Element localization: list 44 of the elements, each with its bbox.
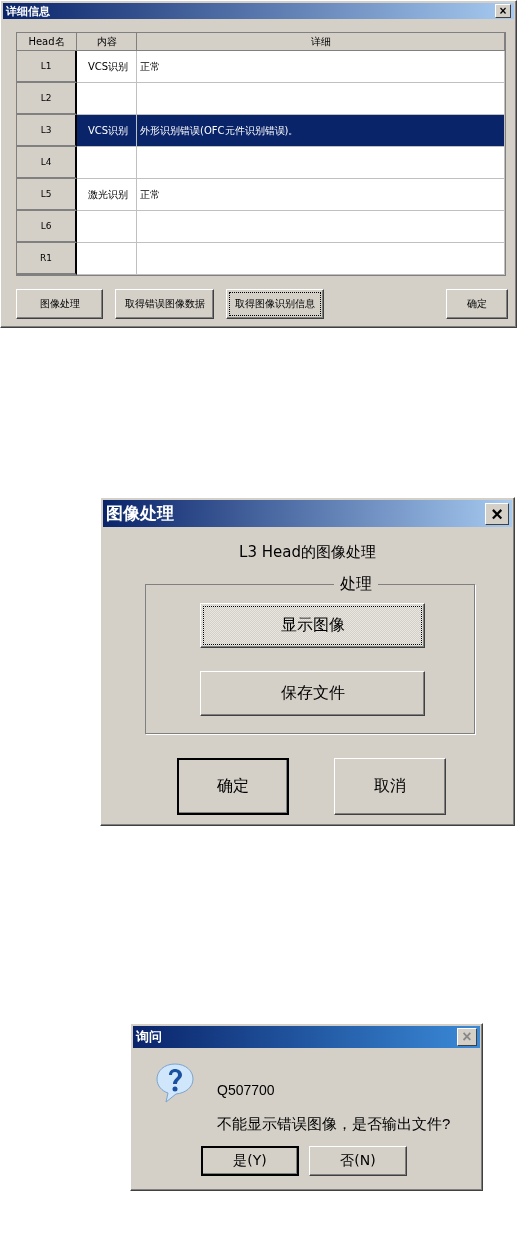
column-header: Head名 bbox=[17, 33, 77, 51]
table-cell[interactable]: 正常 bbox=[137, 179, 505, 211]
message-text: 不能显示错误图像，是否输出文件? bbox=[217, 1115, 451, 1134]
group-label: 处理 bbox=[339, 574, 373, 595]
action-button[interactable]: 取得图像识别信息 bbox=[226, 289, 324, 319]
column-header: 内容 bbox=[77, 33, 137, 51]
table-cell[interactable] bbox=[77, 147, 137, 179]
question-icon bbox=[155, 1062, 195, 1104]
table-cell[interactable] bbox=[77, 243, 137, 275]
table-cell[interactable]: VCS识别 bbox=[77, 115, 137, 147]
table-cell[interactable]: 激光识别 bbox=[77, 179, 137, 211]
window-title: 询问 bbox=[136, 1028, 162, 1046]
dialog-heading: L3 Head的图像处理 bbox=[238, 543, 377, 562]
table-cell[interactable] bbox=[77, 83, 137, 115]
message-code: Q507700 bbox=[217, 1082, 276, 1098]
table-cell[interactable] bbox=[137, 83, 505, 115]
row-header: L4 bbox=[17, 147, 77, 179]
window-title: 图像处理 bbox=[106, 502, 174, 525]
dialog-button[interactable]: 取消 bbox=[334, 758, 446, 815]
table-cell[interactable] bbox=[137, 211, 505, 243]
row-header: R1 bbox=[17, 243, 77, 275]
row-header: L5 bbox=[17, 179, 77, 211]
close-button[interactable]: × bbox=[495, 4, 511, 18]
ok-button[interactable]: 确定 bbox=[446, 289, 508, 319]
action-button[interactable]: 保存文件 bbox=[200, 671, 425, 716]
row-header: L6 bbox=[17, 211, 77, 243]
row-header: L2 bbox=[17, 83, 77, 115]
window-title: 详细信息 bbox=[6, 3, 50, 19]
table-cell[interactable]: 外形识别错误(OFC元件识别错误)。 bbox=[137, 115, 505, 147]
dialog-button[interactable]: 是(Y) bbox=[201, 1146, 299, 1176]
table-cell[interactable] bbox=[137, 147, 505, 179]
close-button[interactable]: × bbox=[485, 502, 509, 525]
action-button[interactable]: 显示图像 bbox=[200, 603, 425, 648]
row-header: L1 bbox=[17, 51, 77, 83]
dialog-button[interactable]: 否(N) bbox=[309, 1146, 407, 1176]
table-cell[interactable] bbox=[137, 243, 505, 275]
table-cell[interactable]: 正常 bbox=[137, 51, 505, 83]
column-header: 详细 bbox=[137, 33, 505, 51]
action-button[interactable]: 图像处理 bbox=[16, 289, 103, 319]
row-header: L3 bbox=[17, 115, 77, 147]
table-cell[interactable]: VCS识别 bbox=[77, 51, 137, 83]
action-button[interactable]: 取得错误图像数据 bbox=[115, 289, 214, 319]
dialog-button[interactable]: 确定 bbox=[177, 758, 289, 815]
table-cell[interactable] bbox=[77, 211, 137, 243]
